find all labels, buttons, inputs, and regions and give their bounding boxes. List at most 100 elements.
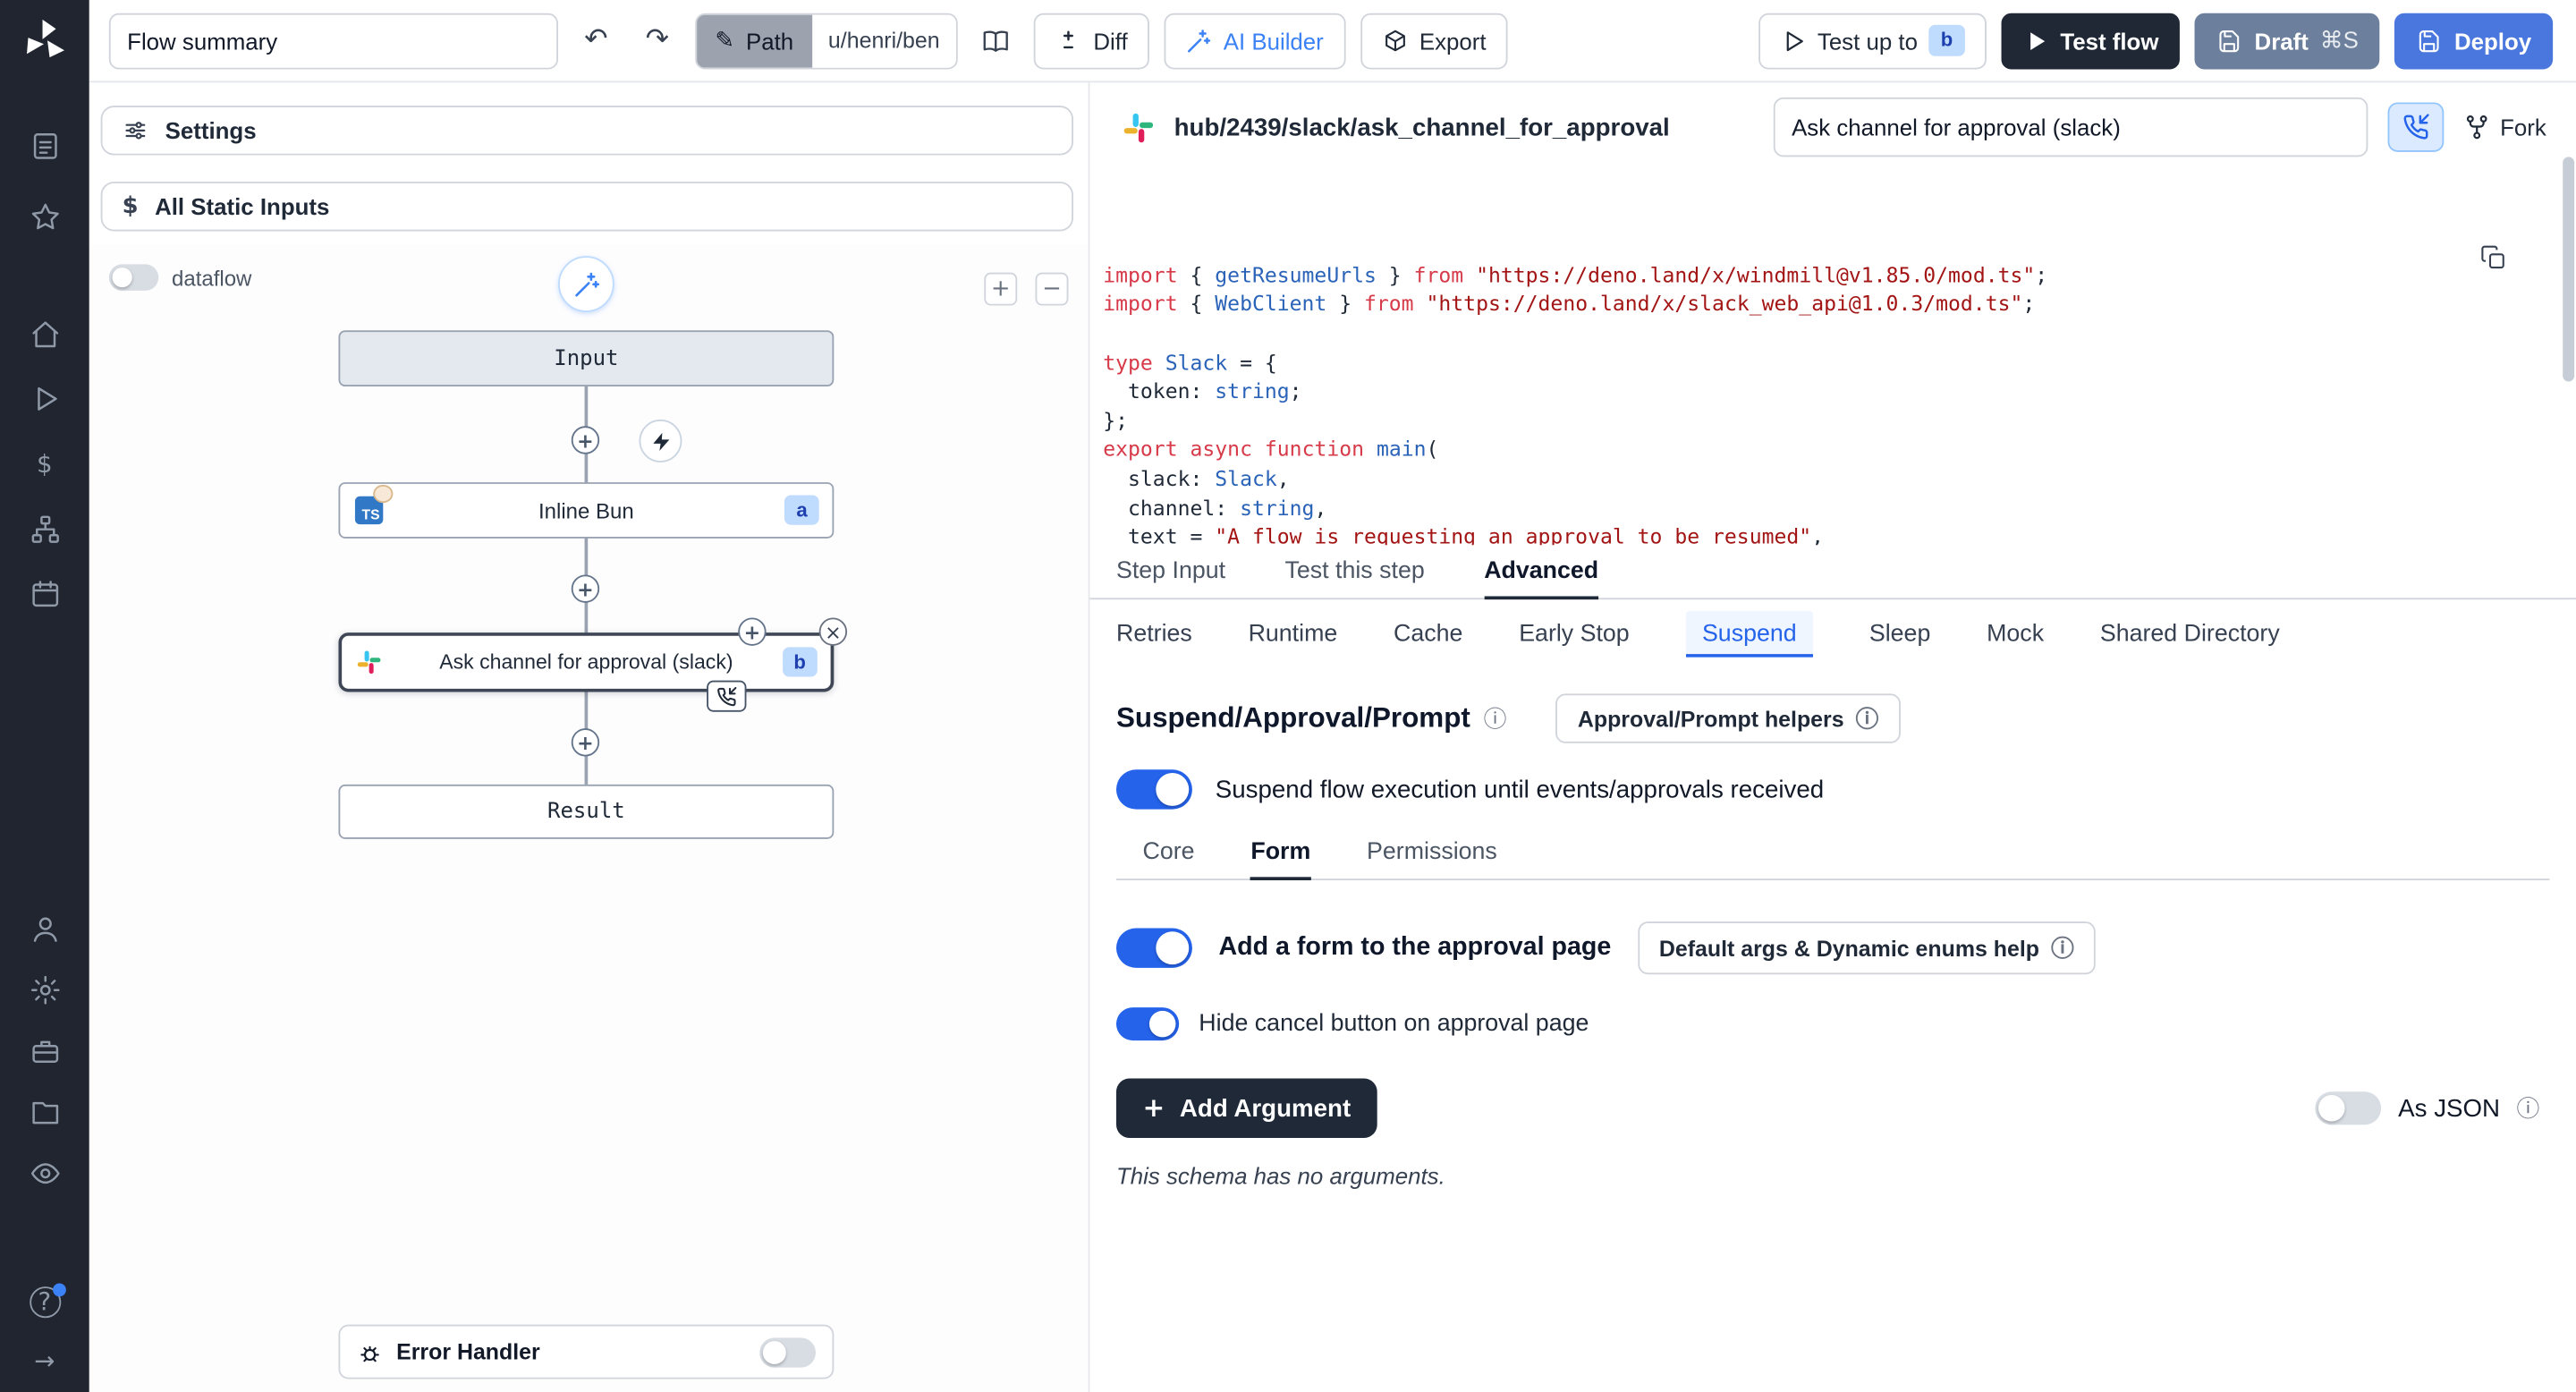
help-icon[interactable]: ? [28, 1285, 61, 1318]
dataflow-toggle[interactable] [109, 264, 158, 291]
code-editor[interactable]: import { getResumeUrls } from "https://d… [1089, 166, 2576, 546]
default-args-help-button[interactable]: Default args & Dynamic enums help ⓘ [1638, 921, 2096, 974]
runs-list-icon[interactable] [28, 129, 61, 162]
all-static-inputs-button[interactable]: $ All Static Inputs [101, 182, 1073, 231]
tab-permissions[interactable]: Permissions [1367, 839, 1497, 878]
export-button[interactable]: Export [1360, 13, 1507, 69]
play-filled-icon [2022, 27, 2049, 54]
ai-builder-button[interactable]: AI Builder [1164, 13, 1345, 69]
phone-incoming-icon [716, 686, 736, 706]
diff-button[interactable]: Diff [1034, 13, 1149, 69]
flow-summary-input[interactable] [109, 13, 558, 69]
trigger-bolt-button[interactable] [639, 420, 682, 463]
tab-step-input[interactable]: Step Input [1116, 558, 1225, 598]
suspend-heading: Suspend/Approval/Prompt [1116, 702, 1470, 735]
add-form-toggle[interactable] [1116, 929, 1192, 968]
insert-step-button[interactable]: + [572, 426, 599, 454]
git-fork-icon [2463, 114, 2490, 140]
error-handler-row[interactable]: Error Handler [338, 1325, 834, 1379]
tab-cache[interactable]: Cache [1394, 621, 1462, 648]
runs-play-icon[interactable] [28, 381, 61, 414]
path-label: Path [746, 27, 793, 54]
flows-sitemap-icon[interactable] [28, 512, 61, 545]
test-up-to-button[interactable]: Test up to b [1758, 13, 1986, 69]
info-icon: ⓘ [2051, 931, 2074, 964]
tab-core[interactable]: Core [1143, 839, 1195, 878]
settings-gear-icon[interactable] [28, 972, 61, 1006]
hide-cancel-label: Hide cancel button on approval page [1199, 1011, 1589, 1038]
docs-button[interactable] [973, 16, 1020, 65]
suspend-indicator-button[interactable] [2388, 102, 2445, 151]
undo-button[interactable]: ↶ [573, 16, 620, 65]
insert-step-button[interactable]: + [738, 617, 766, 645]
copy-code-button[interactable] [2481, 195, 2530, 320]
test-flow-button[interactable]: Test flow [2001, 13, 2181, 69]
info-icon[interactable]: ⓘ [2517, 1091, 2540, 1125]
tab-test-this-step[interactable]: Test this step [1285, 558, 1425, 598]
undo-icon: ↶ [584, 27, 607, 55]
path-value: u/henri/ben [811, 14, 956, 67]
suspend-approval-indicator[interactable] [707, 681, 746, 712]
approval-prompt-helpers-button[interactable]: Approval/Prompt helpers ⓘ [1556, 693, 1901, 743]
insert-step-button[interactable]: + [572, 574, 599, 602]
windmill-logo[interactable] [20, 16, 69, 65]
zoom-in-button[interactable]: + [984, 273, 1017, 306]
empty-schema-text: This schema has no arguments. [1116, 1163, 2549, 1190]
fork-button[interactable]: Fork [2463, 114, 2546, 140]
collapse-sidebar-arrow-icon[interactable]: → [28, 1345, 61, 1378]
variables-dollar-icon[interactable]: $ [28, 447, 61, 480]
toolbar: ↶ ↷ ✎ Path u/henri/ben Diff AI Builder E… [89, 0, 2576, 82]
node-input[interactable]: Input [338, 330, 834, 386]
zoom-out-button[interactable]: − [1036, 273, 1069, 306]
lightning-icon [649, 430, 671, 452]
redo-button[interactable]: ↷ [634, 16, 681, 65]
node-result[interactable]: Result [338, 785, 834, 839]
scrollbar-thumb[interactable] [2563, 157, 2574, 381]
hub-script-path[interactable]: hub/2439/slack/ask_channel_for_approval [1174, 113, 1670, 140]
tab-early-stop[interactable]: Early Stop [1519, 621, 1630, 648]
magic-wand-icon [572, 270, 600, 298]
audit-eye-icon[interactable] [28, 1156, 61, 1189]
schedules-calendar-icon[interactable] [28, 576, 61, 609]
hide-cancel-toggle[interactable] [1116, 1007, 1179, 1040]
flow-settings-button[interactable]: Settings [101, 106, 1073, 155]
diff-icon [1055, 27, 1082, 54]
add-argument-button[interactable]: + Add Argument [1116, 1079, 1377, 1138]
workers-briefcase-icon[interactable] [28, 1034, 61, 1067]
tab-runtime[interactable]: Runtime [1249, 621, 1338, 648]
tab-retries[interactable]: Retries [1116, 621, 1192, 648]
tab-form[interactable]: Form [1250, 839, 1310, 880]
tab-advanced[interactable]: Advanced [1484, 558, 1598, 599]
folders-icon[interactable] [28, 1095, 61, 1128]
users-icon[interactable] [28, 912, 61, 945]
step-name-input[interactable] [1774, 98, 2368, 157]
suspend-flow-toggle[interactable] [1116, 769, 1192, 809]
error-handler-toggle[interactable] [759, 1337, 816, 1366]
step-tabs: Step Input Test this step Advanced [1089, 545, 2576, 599]
delete-step-button[interactable]: × [819, 617, 847, 645]
phone-incoming-icon [2402, 114, 2429, 140]
flow-panel: Settings $ All Static Inputs dataflow + … [89, 82, 1090, 1392]
deploy-button[interactable]: Deploy [2394, 13, 2553, 69]
dataflow-label: dataflow [172, 265, 251, 290]
pencil-icon: ✎ [715, 29, 734, 52]
app-sidebar: $ ? → [0, 0, 89, 1392]
info-icon: ⓘ [1856, 702, 1879, 735]
tab-mock[interactable]: Mock [1987, 621, 2044, 648]
draft-button[interactable]: Draft ⌘S [2195, 13, 2380, 69]
home-icon[interactable] [28, 317, 61, 350]
as-json-label: As JSON [2398, 1094, 2500, 1122]
step-detail-panel: hub/2439/slack/ask_channel_for_approval … [1089, 82, 2576, 1392]
tab-shared-directory[interactable]: Shared Directory [2100, 621, 2280, 648]
info-icon[interactable]: ⓘ [1484, 702, 1507, 735]
as-json-toggle[interactable] [2316, 1091, 2382, 1125]
step-id-badge: a [784, 495, 818, 525]
favorites-star-icon[interactable] [28, 199, 61, 233]
insert-step-button[interactable]: + [572, 728, 599, 756]
tab-sleep[interactable]: Sleep [1869, 621, 1930, 648]
node-inline-bun[interactable]: TS Inline Bun a [338, 482, 834, 539]
ai-flow-button[interactable] [558, 256, 614, 312]
book-icon [981, 26, 1011, 55]
tab-suspend[interactable]: Suspend [1685, 611, 1813, 658]
edit-path-button[interactable]: ✎ Path [697, 14, 811, 67]
